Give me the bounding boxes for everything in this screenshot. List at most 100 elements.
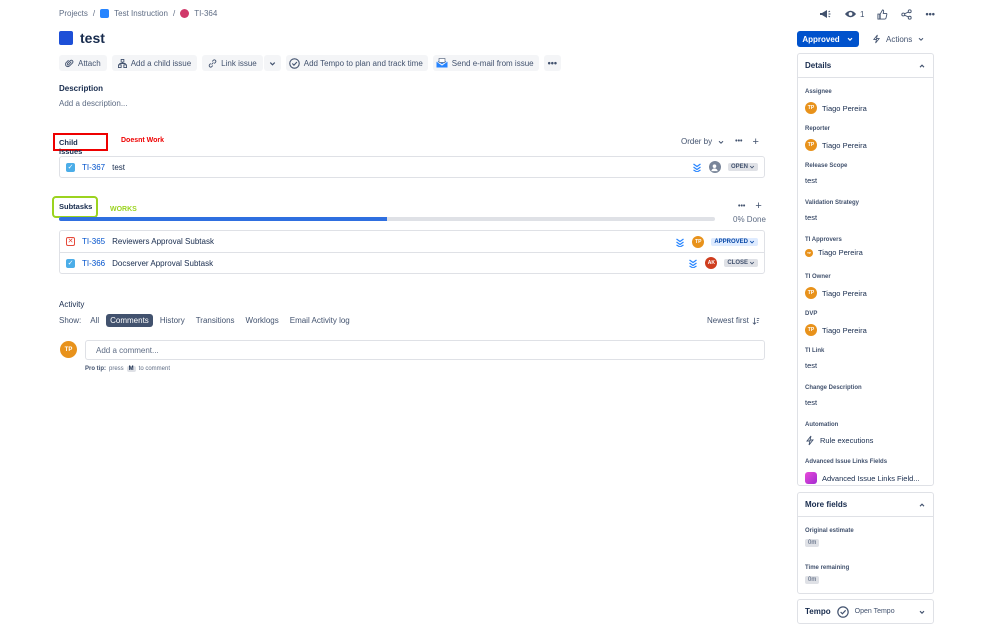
shortcut-key: M	[126, 366, 136, 372]
field-value[interactable]: TP Tiago Pereira	[805, 248, 863, 257]
tab-transitions[interactable]: Transitions	[192, 314, 239, 327]
more-icon[interactable]: •••	[925, 10, 934, 19]
send-email-button[interactable]: Send e-mail from issue	[432, 55, 539, 71]
status-lozenge[interactable]: APPROVED	[711, 237, 758, 246]
more-fields-header[interactable]: More fields	[798, 493, 933, 517]
issue-summary[interactable]: test	[112, 163, 125, 172]
field-label: TI Approvers	[805, 237, 842, 243]
field-value[interactable]: TP Tiago Pereira	[805, 139, 867, 151]
field-value[interactable]: 0m	[805, 576, 820, 584]
watch-button[interactable]: 1	[844, 9, 864, 19]
field-label: TI Owner	[805, 274, 831, 280]
field-value[interactable]: Rule executions	[805, 435, 873, 446]
tab-worklogs[interactable]: Worklogs	[242, 314, 283, 327]
description-placeholder[interactable]: Add a description...	[59, 99, 127, 108]
tempo-clock-icon	[288, 57, 300, 69]
status-button-label: Approved	[802, 34, 840, 44]
field-value[interactable]: test	[805, 213, 859, 222]
field-value-wrap: 0m	[805, 576, 849, 584]
details-header[interactable]: Details	[798, 54, 933, 78]
tab-all[interactable]: All	[86, 314, 103, 327]
details-title: Details	[805, 61, 832, 70]
sort-icon	[752, 317, 759, 325]
issue-key[interactable]: TI-366	[82, 259, 105, 268]
field-label: Change Description	[805, 385, 862, 391]
field-value[interactable]: TP Tiago Pereira	[805, 102, 867, 114]
more-icon[interactable]: •••	[735, 138, 742, 145]
add-icon[interactable]: +	[755, 201, 761, 212]
tab-email-activity-log[interactable]: Email Activity log	[286, 314, 354, 327]
tab-history[interactable]: History	[156, 314, 189, 327]
tempo-panel[interactable]: Tempo Open Tempo	[797, 599, 934, 624]
issue-key[interactable]: TI-365	[82, 237, 105, 246]
field-label: TI Link	[805, 348, 825, 354]
description-heading: Description	[59, 84, 104, 93]
pro-tip-suffix: to comment	[138, 366, 171, 372]
field-value[interactable]: test	[805, 176, 847, 185]
comment-input[interactable]: Add a comment...	[85, 340, 765, 360]
feedback-megaphone-icon[interactable]	[819, 8, 831, 20]
field-time-remaining: Time remaining 0m	[805, 565, 849, 584]
pro-tip-press: press	[109, 366, 124, 372]
add-icon[interactable]: +	[752, 136, 758, 147]
progress-fill	[59, 217, 387, 221]
share-icon[interactable]	[901, 8, 913, 20]
activity-heading: Activity	[59, 300, 85, 309]
chevron-down-icon	[919, 610, 925, 614]
chevron-down-icon	[847, 37, 853, 41]
add-child-issue-button[interactable]: Add a child issue	[111, 55, 198, 71]
field-value[interactable]: test	[805, 361, 824, 370]
issue-summary[interactable]: Docserver Approval Subtask	[112, 259, 213, 268]
add-tempo-button[interactable]: Add Tempo to plan and track time	[285, 55, 428, 71]
link-issue-label: Link issue	[221, 58, 257, 68]
field-value[interactable]: TP Tiago Pereira	[805, 287, 867, 299]
attach-button[interactable]: Attach	[59, 55, 107, 71]
link-issue-dropdown[interactable]	[263, 55, 281, 71]
breadcrumb-project[interactable]: Test Instruction	[114, 9, 168, 18]
tab-comments[interactable]: Comments	[106, 314, 153, 327]
status-lozenge[interactable]: CLOSE	[724, 259, 758, 267]
tempo-clock-icon	[836, 605, 849, 618]
actions-button[interactable]: Actions	[872, 34, 925, 44]
assignee-avatar: TP	[692, 235, 705, 248]
paperclip-icon	[65, 59, 74, 67]
sort-order-button[interactable]: Newest first	[707, 316, 760, 325]
field-value[interactable]: test	[805, 398, 862, 407]
breadcrumb-separator: /	[172, 9, 176, 18]
more-icon[interactable]: •••	[738, 203, 745, 210]
field-value[interactable]: Advanced Issue Links Field...	[805, 472, 920, 484]
issue-summary[interactable]: Reviewers Approval Subtask	[112, 237, 214, 246]
more-actions-button[interactable]: •••	[543, 55, 562, 71]
field-dvp: DVP TP Tiago Pereira	[805, 311, 867, 336]
status-label: CLOSE	[727, 260, 748, 266]
field-original-estimate: Original estimate 0m	[805, 528, 854, 547]
breadcrumb-issue[interactable]: TI-364	[194, 9, 217, 18]
status-transition-button[interactable]: Approved	[797, 31, 859, 47]
issue-type-icon	[180, 9, 190, 18]
task-type-icon: ✓	[66, 258, 75, 268]
issue-key[interactable]: TI-367	[82, 163, 105, 172]
field-value[interactable]: 0m	[805, 539, 820, 547]
link-issue-button[interactable]: Link issue	[202, 55, 263, 71]
progress-text: 0% Done	[733, 215, 766, 224]
child-issue-row[interactable]: ✓ TI-367 test OPEN	[59, 156, 765, 178]
issue-title[interactable]: test	[80, 30, 105, 46]
thumbs-up-icon[interactable]	[877, 8, 888, 20]
link-icon	[208, 58, 217, 68]
chevron-down-icon	[269, 61, 275, 66]
order-by-button[interactable]: Order by	[681, 137, 725, 146]
eye-icon	[844, 10, 857, 18]
breadcrumb-projects[interactable]: Projects	[59, 9, 88, 18]
field-ti-approvers: TI Approvers TP Tiago Pereira	[805, 237, 863, 257]
status-lozenge[interactable]: OPEN	[727, 163, 758, 171]
breadcrumb-separator: /	[92, 9, 96, 18]
subtask-row[interactable]: ✓ TI-366 Docserver Approval Subtask AK C…	[59, 252, 765, 274]
issue-toolbar: Attach Add a child issue Link issue Add …	[59, 55, 562, 71]
subtasks-controls: ••• +	[738, 201, 762, 212]
subtask-row[interactable]: ✕ TI-365 Reviewers Approval Subtask TP A…	[59, 230, 765, 252]
user-avatar: TP	[805, 102, 817, 114]
chevron-up-icon	[919, 502, 925, 507]
field-value[interactable]: TP Tiago Pereira	[805, 324, 867, 336]
open-tempo-label: Open Tempo	[854, 608, 895, 615]
user-name: Tiago Pereira	[822, 103, 867, 113]
